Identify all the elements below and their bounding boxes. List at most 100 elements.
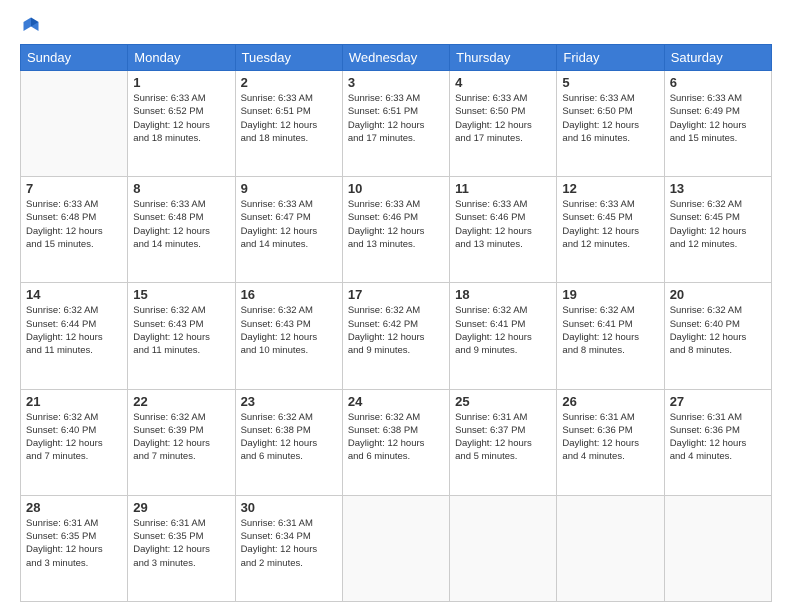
day-number: 12 bbox=[562, 181, 658, 196]
calendar-cell: 10Sunrise: 6:33 AM Sunset: 6:46 PM Dayli… bbox=[342, 177, 449, 283]
day-info: Sunrise: 6:32 AM Sunset: 6:39 PM Dayligh… bbox=[133, 411, 229, 464]
day-number: 28 bbox=[26, 500, 122, 515]
day-info: Sunrise: 6:31 AM Sunset: 6:34 PM Dayligh… bbox=[241, 517, 337, 570]
calendar-cell: 11 Sunrise: 6:33 AM Sunset: 6:46 PM Dayli… bbox=[450, 177, 557, 283]
day-number: 20 bbox=[670, 287, 766, 302]
calendar-cell: 20Sunrise: 6:32 AM Sunset: 6:40 PM Dayli… bbox=[664, 283, 771, 389]
day-info: Sunrise: 6:33 AM Sunset: 6:46 PM Dayligh… bbox=[455, 198, 551, 251]
calendar-cell: 27Sunrise: 6:31 AM Sunset: 6:36 PM Dayli… bbox=[664, 389, 771, 495]
day-info: Sunrise: 6:33 AM Sunset: 6:49 PM Dayligh… bbox=[670, 92, 766, 145]
day-info: Sunrise: 6:33 AM Sunset: 6:45 PM Dayligh… bbox=[562, 198, 658, 251]
calendar-week-5: 28 Sunrise: 6:31 AM Sunset: 6:35 PM Dayli… bbox=[21, 495, 772, 601]
day-info: Sunrise: 6:33 AM Sunset: 6:48 PM Dayligh… bbox=[26, 198, 122, 251]
day-info: Sunrise: 6:33 AM Sunset: 6:51 PM Dayligh… bbox=[241, 92, 337, 145]
calendar-cell: 1 Sunrise: 6:33 AM Sunset: 6:52 PM Daylig… bbox=[128, 71, 235, 177]
day-header-friday: Friday bbox=[557, 45, 664, 71]
day-number: 5 bbox=[562, 75, 658, 90]
day-number: 1 bbox=[133, 75, 229, 90]
day-header-wednesday: Wednesday bbox=[342, 45, 449, 71]
calendar-cell: 14Sunrise: 6:32 AM Sunset: 6:44 PM Dayli… bbox=[21, 283, 128, 389]
calendar-header-row: SundayMondayTuesdayWednesdayThursdayFrid… bbox=[21, 45, 772, 71]
day-header-tuesday: Tuesday bbox=[235, 45, 342, 71]
day-number: 14 bbox=[26, 287, 122, 302]
day-number: 22 bbox=[133, 394, 229, 409]
day-number: 26 bbox=[562, 394, 658, 409]
day-number: 25 bbox=[455, 394, 551, 409]
day-info: Sunrise: 6:32 AM Sunset: 6:40 PM Dayligh… bbox=[26, 411, 122, 464]
day-number: 8 bbox=[133, 181, 229, 196]
day-number: 6 bbox=[670, 75, 766, 90]
calendar-cell: 2 Sunrise: 6:33 AM Sunset: 6:51 PM Daylig… bbox=[235, 71, 342, 177]
calendar-cell bbox=[557, 495, 664, 601]
calendar-week-2: 7 Sunrise: 6:33 AM Sunset: 6:48 PM Daylig… bbox=[21, 177, 772, 283]
header bbox=[20, 16, 772, 34]
calendar-cell: 17 Sunrise: 6:32 AM Sunset: 6:42 PM Dayli… bbox=[342, 283, 449, 389]
calendar-table: SundayMondayTuesdayWednesdayThursdayFrid… bbox=[20, 44, 772, 602]
calendar-cell: 26 Sunrise: 6:31 AM Sunset: 6:36 PM Dayli… bbox=[557, 389, 664, 495]
day-number: 19 bbox=[562, 287, 658, 302]
day-info: Sunrise: 6:33 AM Sunset: 6:52 PM Dayligh… bbox=[133, 92, 229, 145]
day-header-thursday: Thursday bbox=[450, 45, 557, 71]
day-info: Sunrise: 6:31 AM Sunset: 6:35 PM Dayligh… bbox=[26, 517, 122, 570]
calendar-week-4: 21 Sunrise: 6:32 AM Sunset: 6:40 PM Dayli… bbox=[21, 389, 772, 495]
calendar-cell bbox=[342, 495, 449, 601]
day-info: Sunrise: 6:32 AM Sunset: 6:42 PM Dayligh… bbox=[348, 304, 444, 357]
day-number: 21 bbox=[26, 394, 122, 409]
day-number: 24 bbox=[348, 394, 444, 409]
calendar-week-1: 1 Sunrise: 6:33 AM Sunset: 6:52 PM Daylig… bbox=[21, 71, 772, 177]
day-number: 30 bbox=[241, 500, 337, 515]
calendar-cell: 29Sunrise: 6:31 AM Sunset: 6:35 PM Dayli… bbox=[128, 495, 235, 601]
calendar-cell: 8Sunrise: 6:33 AM Sunset: 6:48 PM Daylig… bbox=[128, 177, 235, 283]
day-header-sunday: Sunday bbox=[21, 45, 128, 71]
page: SundayMondayTuesdayWednesdayThursdayFrid… bbox=[0, 0, 792, 612]
day-info: Sunrise: 6:31 AM Sunset: 6:37 PM Dayligh… bbox=[455, 411, 551, 464]
day-number: 11 bbox=[455, 181, 551, 196]
day-info: Sunrise: 6:32 AM Sunset: 6:41 PM Dayligh… bbox=[455, 304, 551, 357]
calendar-cell: 9 Sunrise: 6:33 AM Sunset: 6:47 PM Daylig… bbox=[235, 177, 342, 283]
calendar-cell: 25 Sunrise: 6:31 AM Sunset: 6:37 PM Dayli… bbox=[450, 389, 557, 495]
calendar-cell: 15 Sunrise: 6:32 AM Sunset: 6:43 PM Dayli… bbox=[128, 283, 235, 389]
calendar-cell: 16Sunrise: 6:32 AM Sunset: 6:43 PM Dayli… bbox=[235, 283, 342, 389]
day-info: Sunrise: 6:32 AM Sunset: 6:38 PM Dayligh… bbox=[241, 411, 337, 464]
calendar-cell: 23 Sunrise: 6:32 AM Sunset: 6:38 PM Dayli… bbox=[235, 389, 342, 495]
day-number: 2 bbox=[241, 75, 337, 90]
logo bbox=[20, 16, 44, 34]
day-info: Sunrise: 6:33 AM Sunset: 6:47 PM Dayligh… bbox=[241, 198, 337, 251]
day-info: Sunrise: 6:31 AM Sunset: 6:36 PM Dayligh… bbox=[670, 411, 766, 464]
calendar-week-3: 14Sunrise: 6:32 AM Sunset: 6:44 PM Dayli… bbox=[21, 283, 772, 389]
calendar-cell: 12 Sunrise: 6:33 AM Sunset: 6:45 PM Dayli… bbox=[557, 177, 664, 283]
day-number: 23 bbox=[241, 394, 337, 409]
calendar-cell: 30 Sunrise: 6:31 AM Sunset: 6:34 PM Dayli… bbox=[235, 495, 342, 601]
calendar-cell bbox=[664, 495, 771, 601]
day-info: Sunrise: 6:33 AM Sunset: 6:50 PM Dayligh… bbox=[455, 92, 551, 145]
day-number: 9 bbox=[241, 181, 337, 196]
calendar-cell: 18Sunrise: 6:32 AM Sunset: 6:41 PM Dayli… bbox=[450, 283, 557, 389]
calendar-cell: 4 Sunrise: 6:33 AM Sunset: 6:50 PM Daylig… bbox=[450, 71, 557, 177]
day-number: 17 bbox=[348, 287, 444, 302]
day-info: Sunrise: 6:32 AM Sunset: 6:41 PM Dayligh… bbox=[562, 304, 658, 357]
day-info: Sunrise: 6:33 AM Sunset: 6:50 PM Dayligh… bbox=[562, 92, 658, 145]
day-info: Sunrise: 6:32 AM Sunset: 6:45 PM Dayligh… bbox=[670, 198, 766, 251]
day-info: Sunrise: 6:31 AM Sunset: 6:36 PM Dayligh… bbox=[562, 411, 658, 464]
day-info: Sunrise: 6:33 AM Sunset: 6:51 PM Dayligh… bbox=[348, 92, 444, 145]
calendar-cell: 6 Sunrise: 6:33 AM Sunset: 6:49 PM Daylig… bbox=[664, 71, 771, 177]
day-info: Sunrise: 6:32 AM Sunset: 6:38 PM Dayligh… bbox=[348, 411, 444, 464]
day-number: 13 bbox=[670, 181, 766, 196]
day-number: 4 bbox=[455, 75, 551, 90]
calendar-cell: 22 Sunrise: 6:32 AM Sunset: 6:39 PM Dayli… bbox=[128, 389, 235, 495]
day-header-saturday: Saturday bbox=[664, 45, 771, 71]
calendar-cell: 13 Sunrise: 6:32 AM Sunset: 6:45 PM Dayli… bbox=[664, 177, 771, 283]
calendar-cell: 28 Sunrise: 6:31 AM Sunset: 6:35 PM Dayli… bbox=[21, 495, 128, 601]
day-number: 7 bbox=[26, 181, 122, 196]
day-number: 16 bbox=[241, 287, 337, 302]
day-number: 3 bbox=[348, 75, 444, 90]
calendar-cell: 7 Sunrise: 6:33 AM Sunset: 6:48 PM Daylig… bbox=[21, 177, 128, 283]
general-blue-icon bbox=[22, 16, 40, 34]
day-number: 29 bbox=[133, 500, 229, 515]
day-number: 10 bbox=[348, 181, 444, 196]
day-info: Sunrise: 6:32 AM Sunset: 6:43 PM Dayligh… bbox=[133, 304, 229, 357]
calendar-cell bbox=[21, 71, 128, 177]
calendar-cell: 24 Sunrise: 6:32 AM Sunset: 6:38 PM Dayli… bbox=[342, 389, 449, 495]
day-number: 15 bbox=[133, 287, 229, 302]
calendar-cell: 5 Sunrise: 6:33 AM Sunset: 6:50 PM Daylig… bbox=[557, 71, 664, 177]
